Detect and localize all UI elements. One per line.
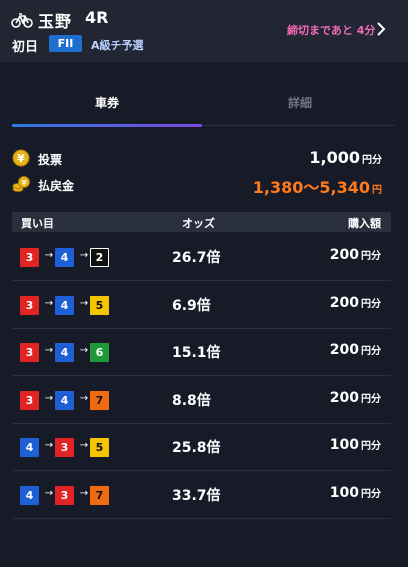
odds-value: 6.9倍: [172, 297, 211, 314]
arrow-right-icon: →: [79, 345, 89, 356]
purchase-amount: 200 円分: [330, 390, 381, 406]
table-header: 買い目 オッズ 購入額: [12, 212, 391, 232]
payout-row: ¥ 払戻金 1,380〜5,340 円: [12, 174, 382, 198]
bike-number-badge: 4: [20, 485, 39, 505]
bet-label: 投票: [38, 153, 63, 167]
odds-value: 33.7倍: [172, 487, 221, 504]
race-header[interactable]: 玉野 4R 初日 FII A級チ予選 締切まであと 4分: [0, 0, 408, 62]
odds-value: 26.7倍: [172, 250, 221, 266]
bike-number-badge: 4: [55, 343, 74, 362]
bike-number-badge: 7: [90, 485, 109, 505]
purchase-amount: 200 円分: [330, 247, 381, 263]
bike-number-badge: 3: [20, 343, 39, 362]
odds-value: 8.8倍: [172, 392, 211, 409]
bet-total-row: ¥ 投票 1,000 円分: [12, 148, 382, 170]
grade-badge: FII: [49, 35, 82, 52]
bike-number-badge: 5: [90, 438, 109, 457]
bike-number-badge: 3: [55, 485, 74, 505]
amount-unit: 円分: [361, 346, 381, 357]
purchase-amount: 100 円分: [330, 485, 381, 501]
bike-number-badge: 7: [90, 390, 109, 410]
bike-number-badge: 3: [20, 248, 39, 267]
bike-number-badge: 3: [55, 438, 74, 457]
race-day: 初日: [12, 40, 39, 55]
table-row[interactable]: 3 → 4 → 2 26.7倍 200 円分: [12, 233, 391, 281]
bike-number-badge: 3: [20, 295, 39, 315]
bike-number-badge: 4: [55, 390, 74, 410]
bike-number-badge: 2: [90, 248, 109, 267]
amount-unit: 円分: [361, 393, 381, 405]
bike-number-badge: 4: [55, 248, 74, 267]
purchase-amount: 200 円分: [330, 342, 381, 358]
amount-value: 100: [329, 437, 359, 453]
table-row[interactable]: 4 → 3 → 5 25.8倍 100 円分: [12, 423, 391, 471]
arrow-right-icon: →: [79, 297, 89, 309]
table-row[interactable]: 3 → 4 → 7 8.8倍 200 円分: [12, 376, 391, 424]
venue-name: 玉野: [38, 12, 73, 31]
svg-text:¥: ¥: [17, 152, 25, 165]
arrow-right-icon: →: [79, 487, 89, 499]
amount-unit: 円分: [361, 298, 381, 310]
arrow-right-icon: →: [44, 297, 54, 309]
arrow-right-icon: →: [79, 250, 89, 261]
svg-text:¥: ¥: [22, 179, 27, 187]
bike-number-badge: 6: [90, 343, 109, 362]
bet-total: 1,000 円分: [309, 148, 382, 167]
purchase-amount: 100 円分: [330, 437, 381, 453]
amount-value: 100: [329, 484, 359, 501]
race-number: 4R: [85, 8, 109, 27]
arrow-right-icon: →: [44, 487, 54, 499]
amount-unit: 円分: [361, 488, 381, 500]
bike-number-badge: 5: [90, 295, 109, 315]
race-stage: A級チ予選: [91, 39, 144, 52]
amount-value: 200: [329, 247, 359, 263]
header-combo: 買い目: [21, 217, 54, 230]
purchase-amount: 200 円分: [330, 295, 381, 311]
odds-value: 15.1倍: [172, 345, 221, 361]
payout-unit: 円: [372, 185, 382, 196]
bet-confirmation-screen: 玉野 4R 初日 FII A級チ予選 締切まであと 4分 車券 詳細 ¥ 投票 …: [0, 0, 408, 567]
arrow-right-icon: →: [79, 440, 89, 451]
amount-value: 200: [329, 389, 359, 406]
header-odds: オッズ: [182, 217, 215, 230]
header-amount: 購入額: [348, 217, 381, 230]
bet-value: 1,000: [309, 148, 360, 167]
payout-label: 払戻金: [38, 179, 75, 193]
arrow-right-icon: →: [44, 250, 54, 261]
table-row[interactable]: 3 → 4 → 6 15.1倍 200 円分: [12, 328, 391, 376]
bet-unit: 円分: [362, 155, 382, 166]
amount-unit: 円分: [361, 441, 381, 452]
payout-range: 1,380〜5,340 円: [253, 174, 382, 198]
tab-tickets[interactable]: 車券: [12, 94, 202, 111]
bike-number-badge: 3: [20, 390, 39, 410]
active-tab-indicator: [12, 124, 202, 127]
payout-value: 1,380〜5,340: [252, 178, 370, 197]
arrow-right-icon: →: [44, 345, 54, 356]
amount-value: 200: [329, 294, 359, 311]
deadline-countdown: 締切まであと 4分: [287, 24, 376, 37]
amount-value: 200: [329, 342, 359, 358]
bike-number-badge: 4: [20, 438, 39, 457]
tab-details[interactable]: 詳細: [205, 94, 395, 111]
tab-bar: 車券 詳細: [12, 78, 395, 128]
bicycle-icon: [11, 13, 33, 28]
arrow-right-icon: →: [79, 392, 89, 404]
coin-stack-icon: ¥: [12, 176, 30, 192]
table-row[interactable]: 3 → 4 → 5 6.9倍 200 円分: [12, 281, 391, 329]
amount-unit: 円分: [361, 251, 381, 262]
arrow-right-icon: →: [44, 392, 54, 404]
table-row[interactable]: 4 → 3 → 7 33.7倍 100 円分: [12, 471, 391, 519]
arrow-right-icon: →: [44, 440, 54, 451]
bike-number-badge: 4: [55, 295, 74, 315]
yen-coin-icon: ¥: [12, 149, 30, 167]
chevron-right-icon[interactable]: [376, 22, 386, 36]
odds-value: 25.8倍: [172, 440, 221, 456]
